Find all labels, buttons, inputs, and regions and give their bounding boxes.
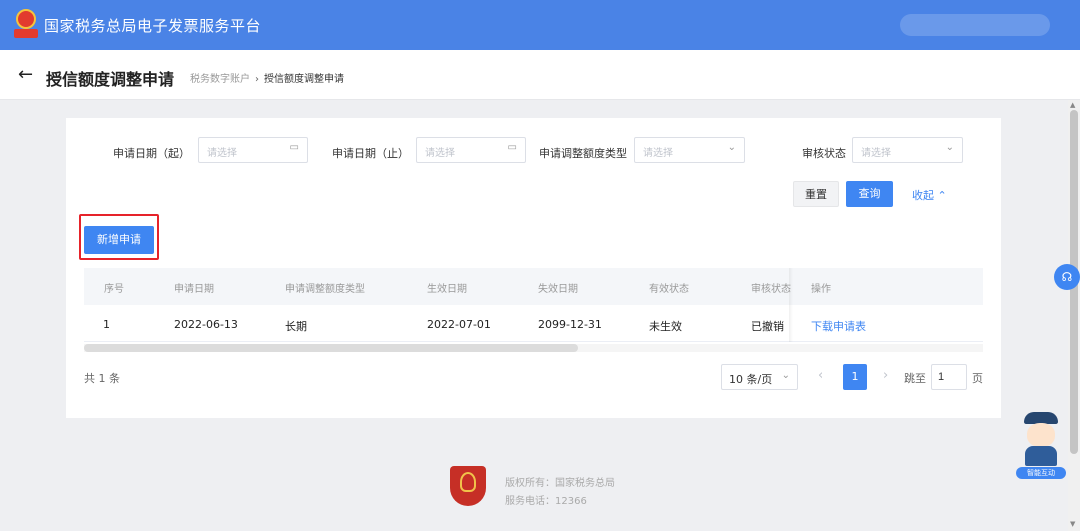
column-header: 生效日期 [427, 284, 467, 295]
page-title: 授信额度调整申请 [46, 70, 175, 89]
start-date-placeholder: 请选择 [207, 148, 237, 159]
mascot-body [1025, 446, 1057, 466]
download-application-link[interactable]: 下载申请表 [811, 318, 866, 334]
goto-suffix: 页 [972, 372, 983, 385]
cell-valid-status: 未生效 [649, 320, 682, 333]
fixed-column-shadow [789, 268, 793, 342]
column-header: 操作 [811, 284, 831, 295]
table-header [84, 268, 983, 305]
top-header: 国家税务总局电子发票服务平台 [0, 0, 1080, 50]
review-status-label: 审核状态 [802, 147, 846, 160]
collapse-label: 收起 [912, 189, 934, 202]
cell-effective-date: 2022-07-01 [427, 318, 491, 331]
page-number-current[interactable]: 1 [843, 364, 867, 390]
scroll-up-icon[interactable]: ▲ [1070, 101, 1075, 109]
query-button[interactable]: 查询 [846, 181, 893, 207]
page-size-select[interactable]: 10 条/页 ⌄ [721, 364, 798, 390]
adjust-type-label: 申请调整额度类型 [539, 147, 627, 160]
adjust-type-select[interactable]: 请选择 ⌄ [634, 137, 745, 163]
user-info-blurred[interactable] [900, 14, 1050, 36]
end-date-label: 申请日期（止） [332, 147, 409, 160]
prev-page-icon[interactable]: ‹ [818, 368, 823, 383]
chevron-down-icon: ⌄ [781, 370, 790, 381]
page-size-value: 10 条/页 [729, 373, 773, 386]
cell-type: 长期 [285, 320, 307, 333]
cell-expiry-date: 2099-12-31 [538, 318, 602, 331]
next-page-icon[interactable]: › [883, 368, 888, 383]
calendar-icon: ▭ [507, 142, 517, 153]
review-status-select[interactable]: 请选择 ⌄ [852, 137, 963, 163]
goto-page-input[interactable] [931, 364, 967, 390]
adjust-type-placeholder: 请选择 [643, 148, 673, 159]
column-header: 有效状态 [649, 284, 689, 295]
breadcrumb-item-current: 授信额度调整申请 [264, 74, 344, 85]
calendar-icon: ▭ [289, 142, 299, 153]
tax-emblem-icon [450, 466, 486, 506]
mascot-label: 智能互动 [1016, 467, 1066, 479]
column-header: 申请日期 [174, 284, 214, 295]
breadcrumb-separator: › [255, 74, 259, 85]
new-application-button[interactable]: 新增申请 [84, 226, 154, 254]
column-header: 序号 [104, 284, 124, 295]
start-date-picker[interactable]: 请选择 ▭ [198, 137, 308, 163]
headset-icon[interactable]: ☊ [1054, 264, 1080, 290]
mascot-face [1027, 423, 1055, 447]
chevron-down-icon: ⌄ [727, 142, 736, 153]
breadcrumb: 税务数字账户 › 授信额度调整申请 [190, 70, 344, 85]
total-count: 共 1 条 [84, 372, 120, 385]
column-header: 审核状态 [751, 284, 791, 295]
tax-bureau-logo-icon [14, 9, 38, 41]
app-title: 国家税务总局电子发票服务平台 [44, 17, 262, 35]
cell-review-status: 已撤销 [751, 320, 784, 333]
footer-copyright: 版权所有：国家税务总局 [505, 478, 615, 489]
horizontal-scroll-thumb[interactable] [84, 344, 578, 352]
end-date-placeholder: 请选择 [425, 148, 455, 159]
cell-apply-date: 2022-06-13 [174, 318, 238, 331]
row-divider [84, 341, 983, 342]
footer-phone: 服务电话：12366 [505, 496, 587, 507]
reset-button[interactable]: 重置 [793, 181, 839, 207]
column-header: 失效日期 [538, 284, 578, 295]
end-date-picker[interactable]: 请选择 ▭ [416, 137, 526, 163]
start-date-label: 申请日期（起） [113, 147, 190, 160]
back-arrow-icon[interactable]: ← [18, 64, 33, 85]
chevron-up-icon: ⌃ [937, 189, 947, 202]
goto-label: 跳至 [904, 372, 926, 385]
breadcrumb-item-account[interactable]: 税务数字账户 [190, 74, 250, 85]
review-status-placeholder: 请选择 [861, 148, 891, 159]
cell-index: 1 [103, 318, 110, 331]
scroll-down-icon[interactable]: ▼ [1070, 520, 1075, 528]
collapse-toggle[interactable]: 收起 ⌃ [912, 187, 947, 203]
page-titlebar: ← 授信额度调整申请 税务数字账户 › 授信额度调整申请 [0, 50, 1080, 100]
column-header: 申请调整额度类型 [285, 284, 365, 295]
assistant-mascot[interactable]: 智能互动 [1016, 412, 1066, 480]
chevron-down-icon: ⌄ [945, 142, 954, 153]
